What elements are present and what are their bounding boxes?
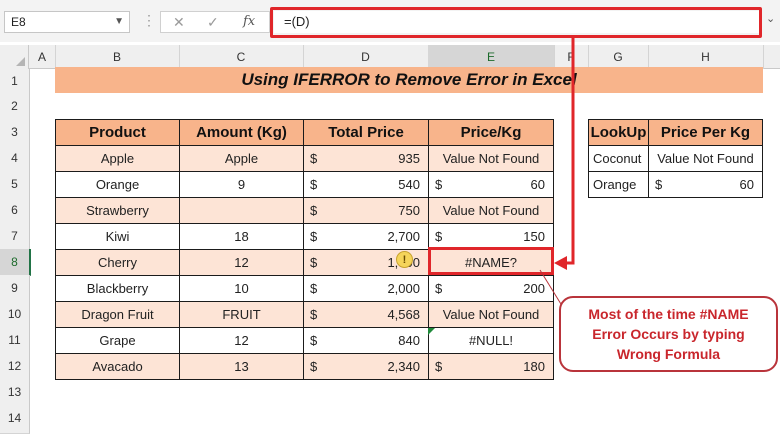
callout-note: Most of the time #NAME Error Occurs by t…: [559, 296, 778, 372]
arrow-formula-to-cell: [566, 38, 575, 265]
callout-line: Error Occurs by typing: [592, 326, 745, 342]
callout-line: Wrong Formula: [616, 346, 721, 362]
arrowhead: [554, 256, 567, 270]
callout-line: Most of the time #NAME: [588, 306, 749, 322]
